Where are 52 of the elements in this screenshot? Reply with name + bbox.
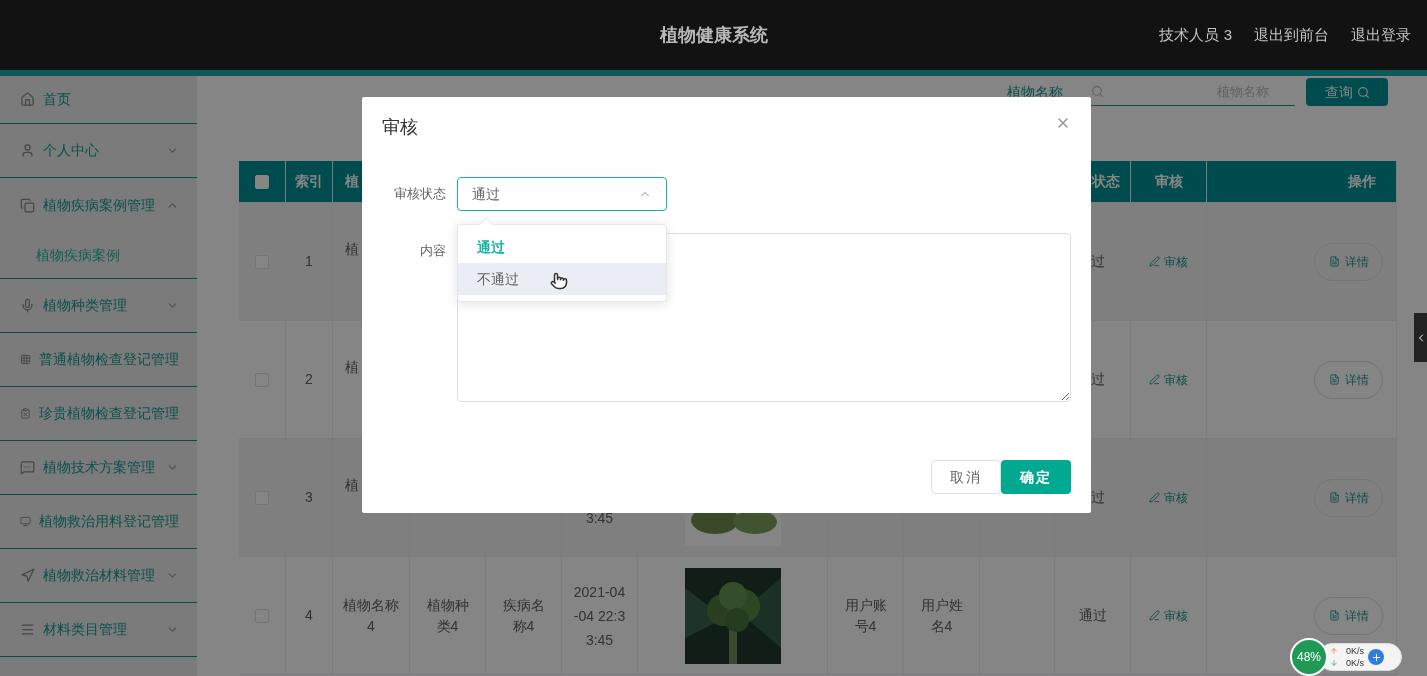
hand-cursor-icon: [550, 272, 568, 290]
menu-icon: [20, 406, 31, 421]
arrow-down-icon: [1330, 659, 1338, 667]
review-link[interactable]: 审核: [1149, 488, 1188, 507]
table-cell: 4: [286, 557, 333, 675]
menu-icon: [20, 460, 35, 475]
pencil-icon: [1149, 374, 1160, 385]
header-link[interactable]: 退出登录: [1351, 23, 1411, 47]
user-name: 技术人员 3: [1159, 24, 1232, 45]
table-cell: 疾病名称4: [486, 557, 562, 675]
select-all-checkbox[interactable]: [255, 174, 269, 189]
menu-icon: [20, 197, 35, 213]
download-speed: 0K/s: [1346, 657, 1364, 669]
confirm-button[interactable]: 确定: [1001, 460, 1071, 494]
menu-icon: [20, 352, 31, 367]
field-label: 内容: [418, 242, 446, 260]
document-icon: [1328, 374, 1340, 385]
search-icon: [1356, 85, 1370, 99]
document-icon: [1328, 492, 1340, 503]
dropdown-option[interactable]: 通过: [458, 231, 666, 263]
sidebar-item[interactable]: 植物疾病案例管理: [0, 178, 197, 232]
menu-icon: [20, 514, 31, 529]
review-link[interactable]: 审核: [1149, 252, 1188, 271]
table-cell: 通过: [1055, 557, 1131, 675]
cancel-button[interactable]: 取消: [931, 460, 1001, 494]
dialog-title: 审核: [382, 115, 418, 139]
search-icon: [1091, 85, 1104, 98]
table-cell: 植物名称4: [333, 557, 410, 675]
app-title: 植物健康系统: [659, 23, 768, 47]
usage-percent: 48%: [1297, 649, 1321, 666]
menu-icon: [20, 92, 35, 107]
table-cell: 用户姓名4: [904, 557, 980, 675]
review-link[interactable]: 审核: [1149, 606, 1188, 625]
status-select[interactable]: 通过: [457, 177, 667, 211]
menu-icon: [20, 568, 35, 583]
pencil-icon: [1149, 610, 1160, 621]
pencil-icon: [1149, 256, 1160, 267]
pencil-icon: [1149, 492, 1160, 503]
menu-icon: [20, 622, 35, 637]
upload-speed: 0K/s: [1346, 645, 1364, 657]
table-cell: 用户账号4: [828, 557, 904, 675]
table-cell: 植物种类4: [410, 557, 486, 675]
table-cell: 2021-04-04 22:33:45: [562, 557, 638, 675]
document-icon: [1328, 610, 1340, 621]
menu-icon: [20, 143, 35, 158]
search-button[interactable]: 查询: [1306, 78, 1388, 106]
menu-icon: [20, 298, 35, 313]
arrow-up-icon: [1330, 647, 1338, 655]
header-link[interactable]: 退出到前台: [1254, 23, 1329, 47]
review-link[interactable]: 审核: [1149, 370, 1188, 389]
dropdown-option[interactable]: 不通过: [458, 263, 666, 295]
document-icon: [1328, 256, 1340, 267]
